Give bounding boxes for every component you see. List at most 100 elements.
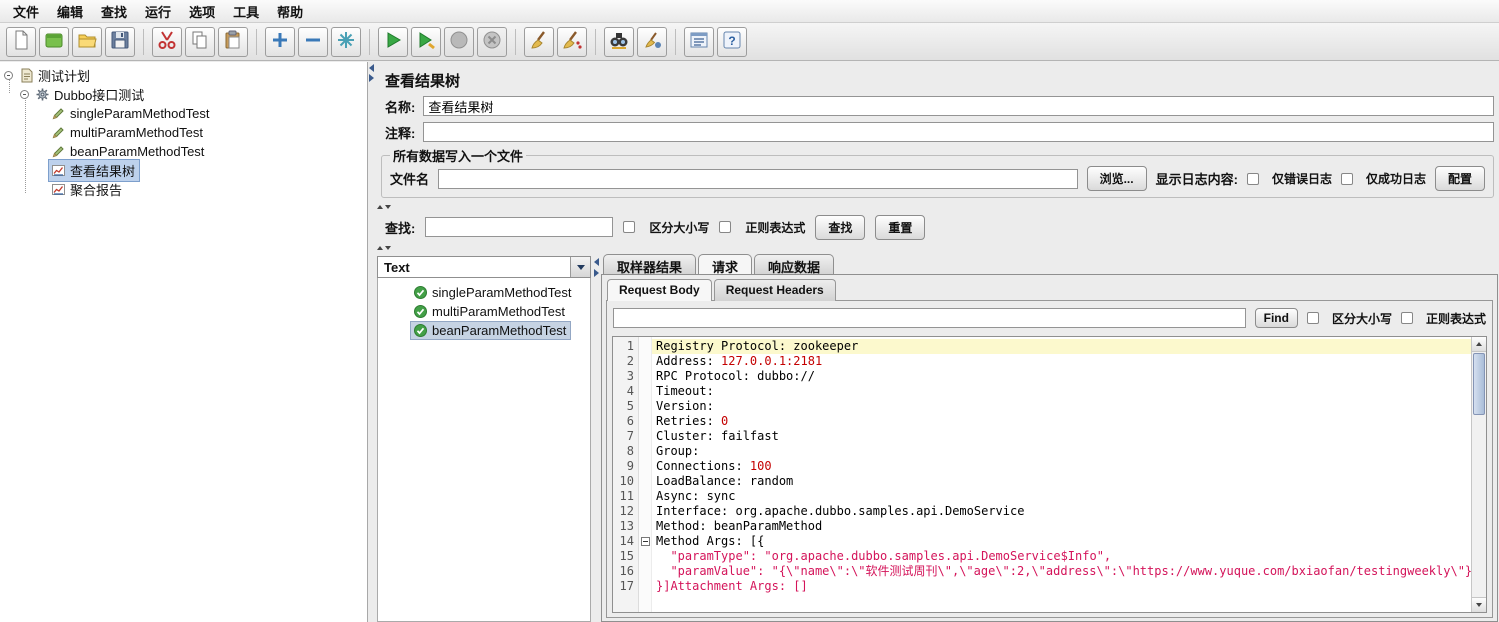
scroll-down-icon[interactable] bbox=[1472, 597, 1486, 612]
copy-button[interactable] bbox=[185, 26, 215, 57]
line-number: 5 bbox=[626, 399, 634, 413]
tree-node-multi-param-method-test[interactable]: multiParamMethodTest bbox=[0, 123, 367, 142]
success-only-checkbox[interactable] bbox=[1340, 172, 1353, 185]
start-button[interactable] bbox=[378, 26, 408, 57]
tab-request-headers[interactable]: Request Headers bbox=[713, 279, 836, 301]
result-item-multi-param-method-test[interactable]: multiParamMethodTest bbox=[378, 302, 590, 321]
collapse-all-button[interactable] bbox=[298, 26, 328, 57]
collapse-left-icon[interactable] bbox=[593, 258, 599, 266]
find-button[interactable]: Find bbox=[1254, 308, 1298, 328]
line-number: 2 bbox=[626, 354, 634, 368]
cut-button[interactable] bbox=[152, 26, 182, 57]
clear-all-icon bbox=[561, 29, 583, 54]
filename-input[interactable] bbox=[438, 168, 1078, 189]
help-button[interactable]: ? bbox=[717, 26, 747, 57]
stop-button[interactable] bbox=[444, 26, 474, 57]
expand-right-icon[interactable] bbox=[593, 269, 599, 277]
code-line: Interface: org.apache.dubbo.samples.api.… bbox=[656, 504, 1025, 518]
search-regex-checkbox[interactable] bbox=[719, 221, 732, 233]
clear-button[interactable] bbox=[524, 26, 554, 57]
toolbar-separator bbox=[369, 28, 370, 55]
search-input[interactable] bbox=[425, 217, 614, 237]
menu-edit[interactable]: 编辑 bbox=[48, 0, 92, 24]
search-find-button[interactable]: 查找 bbox=[815, 214, 866, 240]
menu-search[interactable]: 查找 bbox=[92, 0, 136, 24]
collapse-up-icon[interactable] bbox=[377, 204, 383, 209]
search-icon bbox=[608, 29, 630, 54]
tree-guide-line bbox=[9, 79, 10, 93]
menu-tools[interactable]: 工具 bbox=[224, 0, 268, 24]
scroll-up-icon[interactable] bbox=[1472, 337, 1486, 352]
view-results-tree-panel: 查看结果树 名称: 注释: 所有数据写入一个文件 文件名 浏览... 显示日志内… bbox=[375, 62, 1499, 622]
result-tabs: 取样器结果 请求 响应数据 bbox=[603, 254, 835, 275]
viewer-split-divider[interactable] bbox=[591, 254, 601, 622]
code-line: Registry Protocol: zookeeper bbox=[652, 339, 1471, 354]
collapse-toggle-icon[interactable] bbox=[4, 71, 13, 80]
chevron-down-icon[interactable] bbox=[570, 257, 590, 277]
expand-right-icon[interactable] bbox=[369, 74, 374, 82]
toolbar: ? bbox=[0, 23, 1499, 61]
code-line: Timeout: bbox=[656, 384, 714, 398]
save-button[interactable] bbox=[105, 26, 135, 57]
line-number: 17 bbox=[619, 579, 634, 593]
tree-node-dubbo-test[interactable]: Dubbo接口测试 bbox=[0, 85, 367, 104]
tree-node-single-param-method-test[interactable]: singleParamMethodTest bbox=[0, 104, 367, 123]
result-item-single-param-method-test[interactable]: singleParamMethodTest bbox=[378, 283, 590, 302]
comment-input[interactable] bbox=[423, 122, 1494, 142]
results-list-panel: Text singleParamMethodTest multiParamMeth… bbox=[377, 256, 591, 622]
find-regex-label: 正则表达式 bbox=[1425, 311, 1486, 326]
clear-all-button[interactable] bbox=[557, 26, 587, 57]
tab-request-body[interactable]: Request Body bbox=[607, 279, 712, 301]
find-input[interactable] bbox=[613, 308, 1246, 328]
request-body-editor[interactable]: 1 2 3 4 5 6 7 8 9 10 11 12 13 14 15 16 17 Registry Proto… bbox=[612, 336, 1487, 613]
search-case-checkbox[interactable] bbox=[623, 221, 636, 233]
menu-run[interactable]: 运行 bbox=[136, 0, 180, 24]
name-input[interactable] bbox=[423, 96, 1494, 116]
search-button[interactable] bbox=[604, 26, 634, 57]
browse-button[interactable]: 浏览... bbox=[1086, 166, 1147, 191]
find-case-label: 区分大小写 bbox=[1331, 311, 1392, 326]
find-case-checkbox[interactable] bbox=[1306, 312, 1319, 324]
configure-button[interactable]: 配置 bbox=[1434, 166, 1485, 191]
toggle-button[interactable] bbox=[331, 26, 361, 57]
new-file-icon bbox=[10, 29, 32, 54]
expand-down-icon[interactable] bbox=[385, 204, 391, 209]
collapse-toggle-icon[interactable] bbox=[20, 90, 29, 99]
test-plan-tree[interactable]: 测试计划 Dubbo接口测试 singleParamMethodTest multiP… bbox=[0, 62, 368, 622]
search-reset-button[interactable]: 重置 bbox=[875, 214, 926, 240]
horizontal-split-divider[interactable] bbox=[377, 202, 1499, 211]
fold-collapse-icon[interactable] bbox=[641, 537, 650, 546]
templates-button[interactable] bbox=[39, 26, 69, 57]
expand-down-icon[interactable] bbox=[385, 245, 391, 250]
request-subtabs: Request Body Request Headers bbox=[607, 279, 836, 301]
code-line: Method Args: [{ bbox=[656, 534, 765, 548]
errors-only-checkbox[interactable] bbox=[1246, 172, 1259, 185]
menu-options[interactable]: 选项 bbox=[180, 0, 224, 24]
tab-response-data[interactable]: 响应数据 bbox=[754, 254, 835, 275]
paste-button[interactable] bbox=[218, 26, 248, 57]
search-reset-icon bbox=[641, 29, 663, 54]
view-mode-select[interactable]: Text bbox=[377, 256, 591, 278]
new-file-button[interactable] bbox=[6, 26, 36, 57]
start-no-pauses-button[interactable] bbox=[411, 26, 441, 57]
menu-file[interactable]: 文件 bbox=[4, 0, 48, 24]
results-list[interactable]: singleParamMethodTest multiParamMethodTes… bbox=[377, 278, 591, 622]
find-regex-checkbox[interactable] bbox=[1400, 312, 1413, 324]
code-lines[interactable]: Registry Protocol: zookeeper Address: 127… bbox=[652, 337, 1471, 612]
horizontal-split-divider-2[interactable] bbox=[377, 243, 1499, 252]
result-item-bean-param-method-test[interactable]: beanParamMethodTest bbox=[378, 321, 590, 340]
shutdown-button[interactable] bbox=[477, 26, 507, 57]
line-number: 4 bbox=[626, 384, 634, 398]
tab-request[interactable]: 请求 bbox=[698, 254, 753, 275]
collapse-left-icon[interactable] bbox=[369, 64, 374, 72]
function-helper-button[interactable] bbox=[684, 26, 714, 57]
expand-all-button[interactable] bbox=[265, 26, 295, 57]
open-file-button[interactable] bbox=[72, 26, 102, 57]
menu-help[interactable]: 帮助 bbox=[268, 0, 312, 24]
tree-node-aggregate-report[interactable]: 聚合报告 bbox=[0, 180, 367, 199]
search-reset-button[interactable] bbox=[637, 26, 667, 57]
tab-sampler-result[interactable]: 取样器结果 bbox=[603, 254, 697, 275]
collapse-up-icon[interactable] bbox=[377, 245, 383, 250]
editor-scrollbar[interactable] bbox=[1471, 337, 1486, 612]
scrollbar-thumb[interactable] bbox=[1473, 353, 1485, 415]
